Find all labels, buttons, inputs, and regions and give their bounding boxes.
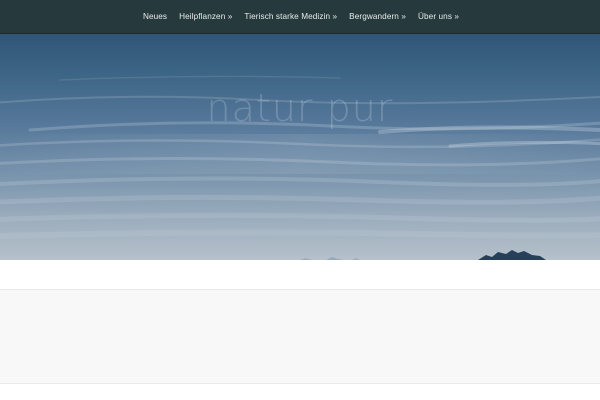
sky-background-image <box>0 75 600 260</box>
main-navigation: Neues Heilpflanzen » Tierisch starke Med… <box>0 0 600 34</box>
nav-item-tierisch-starke-medizin[interactable]: Tierisch starke Medizin » <box>238 12 343 21</box>
footer-spacer <box>0 384 600 400</box>
nav-menu: Neues Heilpflanzen » Tierisch starke Med… <box>135 12 465 21</box>
main-content-area <box>0 289 600 384</box>
nav-item-bergwandern[interactable]: Bergwandern » <box>343 12 412 21</box>
nav-item-neues[interactable]: Neues <box>137 12 173 21</box>
page: Neues Heilpflanzen » Tierisch starke Med… <box>0 0 600 400</box>
hero-banner: natur pur <box>0 34 600 260</box>
nav-item-heilpflanzen[interactable]: Heilpflanzen » <box>173 12 238 21</box>
hero-bottom-spacer <box>0 260 600 289</box>
nav-item-ueber-uns[interactable]: Über uns » <box>412 12 465 21</box>
mountain-silhouette <box>300 250 546 260</box>
